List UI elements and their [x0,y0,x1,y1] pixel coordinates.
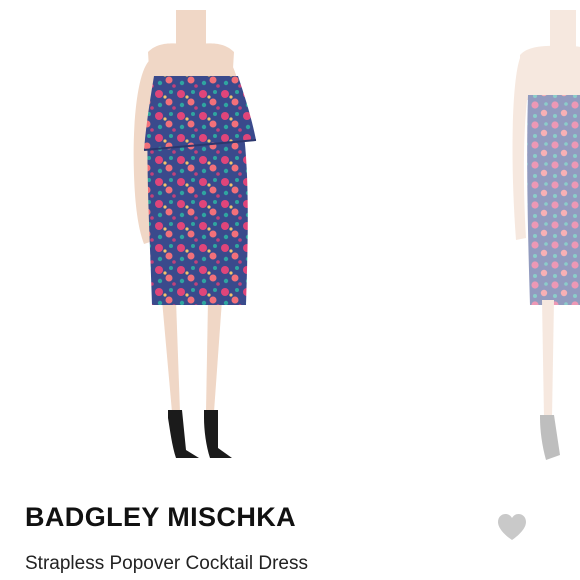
product-info: BADGLEY MISCHKA Strapless Popover Cockta… [0,490,580,580]
like-button[interactable] [496,512,528,542]
model-back-figure [512,10,580,460]
heart-icon [498,514,526,540]
product-image-carousel[interactable] [0,0,580,490]
product-photo-back[interactable] [490,0,580,490]
brand-name[interactable]: BADGLEY MISCHKA [25,502,296,533]
model-front-figure [133,10,257,458]
product-title[interactable]: Strapless Popover Cocktail Dress [25,553,308,575]
product-photo-front[interactable] [0,0,500,490]
